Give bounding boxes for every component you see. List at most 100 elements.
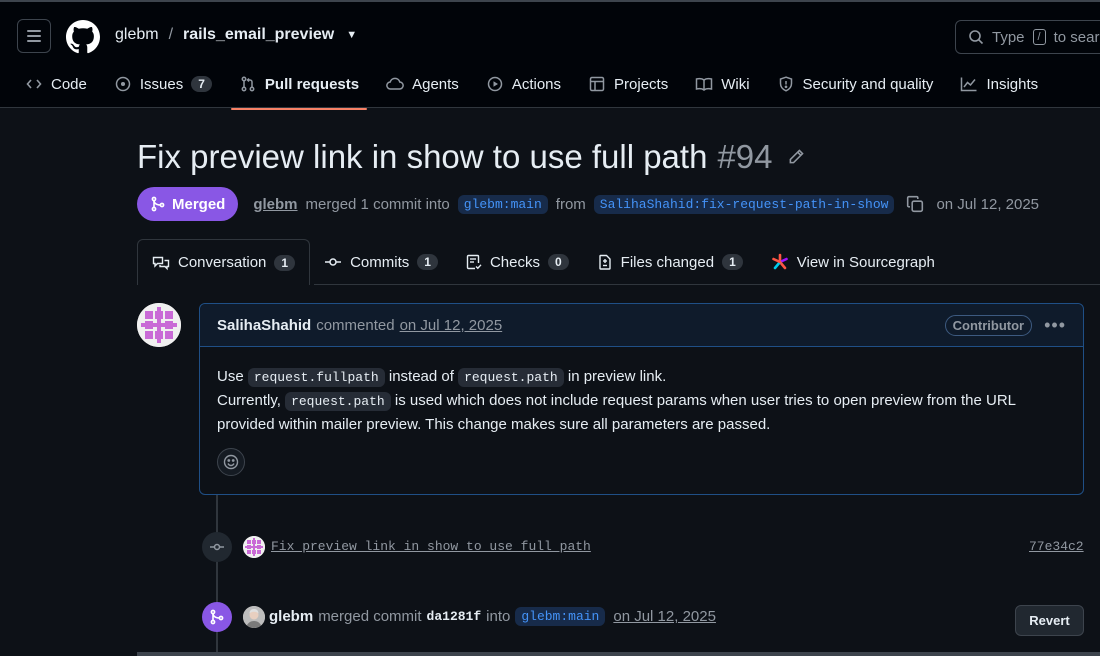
tab-conversation[interactable]: Conversation 1: [137, 239, 311, 285]
menu-button[interactable]: [17, 19, 51, 53]
smiley-icon: [223, 454, 239, 470]
breadcrumb-separator: /: [168, 26, 174, 43]
add-reaction-button[interactable]: [217, 448, 245, 476]
merged-text: merged 1 commit into: [305, 195, 450, 213]
nav-issues-label: Issues: [139, 75, 184, 93]
nav-projects-label: Projects: [614, 75, 669, 93]
comment-text: Currently,: [217, 392, 281, 409]
nav-code-label: Code: [51, 75, 87, 93]
tab-conversation-label: Conversation: [178, 254, 267, 271]
comment-author-link[interactable]: SalihaShahid: [217, 317, 311, 334]
tab-commits-count: 1: [417, 254, 438, 270]
search-placeholder-suffix: to sear: [1053, 28, 1100, 46]
next-section-edge: [137, 652, 1100, 656]
nav-agents[interactable]: Agents: [378, 64, 467, 104]
book-icon: [695, 75, 713, 93]
comment-action: commented: [316, 316, 395, 334]
from-text: from: [555, 195, 586, 213]
checklist-icon: [466, 254, 482, 270]
tab-commits-label: Commits: [350, 253, 410, 271]
comment-header: SalihaShahid commented on Jul 12, 2025 C…: [200, 304, 1083, 347]
pr-title-text: Fix preview link in show to use full pat…: [137, 138, 708, 175]
table-icon: [588, 75, 606, 93]
shield-icon: [777, 75, 795, 93]
comment-line-2: Currently, request.path is used which do…: [217, 389, 1066, 436]
tab-sourcegraph-label: View in Sourcegraph: [796, 253, 935, 271]
nav-agents-label: Agents: [412, 75, 459, 93]
comment-text: Use: [217, 368, 244, 385]
triangle-down-icon[interactable]: ▼: [346, 29, 357, 41]
nav-pull-requests-label: Pull requests: [264, 75, 360, 93]
copy-icon[interactable]: [906, 195, 924, 213]
merge-sha-link[interactable]: da1281f: [427, 609, 482, 624]
search-icon: [969, 30, 984, 45]
merge-text: merged commit: [318, 608, 422, 625]
nav-actions-label: Actions: [511, 75, 562, 93]
merge-branch[interactable]: glebm:main: [515, 607, 606, 626]
nav-issues[interactable]: Issues 7: [106, 64, 220, 104]
comment-timestamp-link[interactable]: on Jul 12, 2025: [400, 317, 503, 334]
tab-conversation-count: 1: [274, 254, 296, 271]
nav-pull-requests[interactable]: Pull requests: [230, 64, 368, 110]
repo-nav: Code Issues 7 Pull requests Agents Actio…: [17, 64, 1057, 110]
comment-discussion-icon: [152, 255, 170, 271]
avatar[interactable]: [243, 536, 265, 558]
merge-timestamp-link[interactable]: on Jul 12, 2025: [613, 608, 716, 625]
tab-sourcegraph[interactable]: View in Sourcegraph: [757, 239, 949, 285]
revert-button[interactable]: Revert: [1015, 605, 1084, 636]
git-pull-request-icon: [239, 75, 257, 93]
inline-code: request.path: [458, 368, 564, 387]
merged-state-badge: Merged: [137, 187, 239, 221]
github-logo-icon[interactable]: [66, 20, 100, 54]
user-photo-avatar-icon: [243, 606, 265, 628]
issue-opened-icon: [114, 75, 132, 93]
avatar[interactable]: [243, 606, 265, 628]
search-shortcut-key: /: [1032, 29, 1046, 45]
tab-files-changed[interactable]: Files changed 1: [583, 239, 757, 285]
merged-by-user-link[interactable]: glebm: [253, 196, 297, 213]
repo-owner-link[interactable]: glebm: [115, 26, 159, 44]
nav-wiki-label: Wiki: [721, 75, 750, 93]
kebab-horizontal-icon[interactable]: •••: [1044, 315, 1066, 336]
tab-checks-count: 0: [547, 254, 569, 270]
commit-message-link[interactable]: Fix preview link in show to use full pat…: [271, 539, 591, 554]
inline-code: request.path: [285, 392, 391, 411]
graph-icon: [960, 75, 978, 93]
nav-security[interactable]: Security and quality: [769, 64, 942, 104]
comment-text: in preview link.: [567, 368, 667, 385]
merge-user-link[interactable]: glebm: [269, 608, 313, 625]
play-icon: [486, 75, 504, 93]
tab-files-changed-label: Files changed: [620, 253, 715, 271]
avatar[interactable]: [137, 303, 181, 347]
nav-code[interactable]: Code: [17, 64, 95, 104]
merged-state-label: Merged: [172, 195, 226, 213]
tab-files-changed-count: 1: [722, 254, 743, 270]
repo-breadcrumb: glebm / rails_email_preview ▼: [115, 26, 357, 44]
pr-number: #94: [717, 138, 773, 175]
base-branch[interactable]: glebm:main: [457, 194, 548, 214]
comment-line-1: Use request.fullpath instead of request.…: [217, 365, 1066, 389]
nav-wiki[interactable]: Wiki: [687, 64, 757, 104]
nav-projects[interactable]: Projects: [580, 64, 676, 104]
code-icon: [25, 75, 43, 93]
sourcegraph-icon: [771, 253, 789, 271]
pr-meta: Merged glebm merged 1 commit into glebm:…: [137, 187, 1039, 221]
identicon-avatar-icon: [243, 536, 265, 558]
commit-sha-link[interactable]: 77e34c2: [1029, 539, 1084, 554]
tabs-divider: [314, 284, 1100, 285]
contributor-badge: Contributor: [944, 314, 1033, 336]
pencil-icon[interactable]: [787, 148, 805, 166]
git-commit-icon: [324, 254, 342, 270]
tab-commits[interactable]: Commits 1: [310, 239, 452, 285]
head-branch[interactable]: SalihaShahid:fix-request-path-in-show: [593, 194, 895, 214]
app-header: glebm / rails_email_preview ▼ Type / to …: [0, 0, 1100, 110]
git-merge-icon: [151, 196, 165, 212]
tab-checks[interactable]: Checks 0: [452, 239, 583, 285]
git-commit-icon: [202, 532, 232, 562]
search-input[interactable]: Type / to sear: [955, 20, 1100, 54]
repo-name-link[interactable]: rails_email_preview: [183, 26, 334, 44]
git-merge-icon: [202, 602, 232, 632]
comment-body: Use request.fullpath instead of request.…: [200, 347, 1083, 436]
nav-actions[interactable]: Actions: [478, 64, 569, 104]
nav-insights[interactable]: Insights: [952, 64, 1046, 104]
